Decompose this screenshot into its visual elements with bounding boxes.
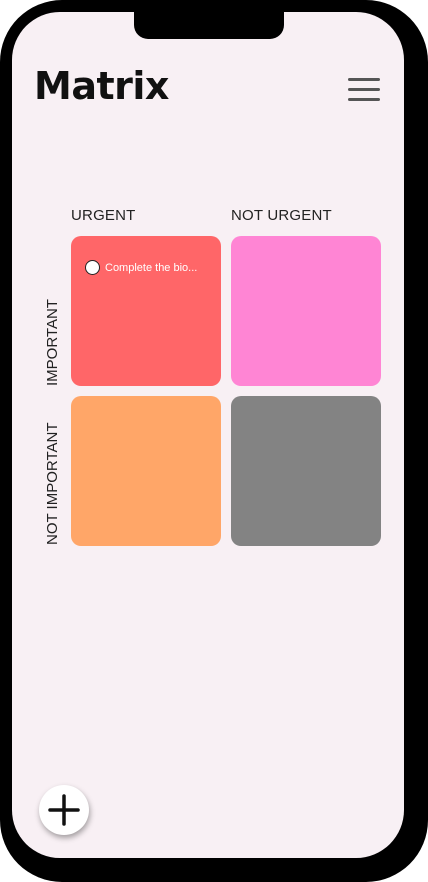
quadrant-urgent-not-important[interactable] <box>71 396 221 546</box>
task-title: Complete the bio... <box>105 261 198 274</box>
add-task-button[interactable] <box>39 785 89 835</box>
column-header-urgent: URGENT <box>71 207 136 224</box>
page-title: Matrix <box>34 64 169 108</box>
app-screen: Matrix URGENT NOT URGENT IMPORTANT NOT I… <box>12 12 404 858</box>
column-header-not-urgent: NOT URGENT <box>231 207 332 224</box>
plus-icon <box>48 794 80 826</box>
quadrant-urgent-important[interactable]: Complete the bio... <box>71 236 221 386</box>
row-header-important: IMPORTANT <box>44 299 61 386</box>
task-item[interactable]: Complete the bio... <box>85 260 197 275</box>
quadrant-not-urgent-not-important[interactable] <box>231 396 381 546</box>
row-header-not-important: NOT IMPORTANT <box>44 422 61 545</box>
phone-frame: Matrix URGENT NOT URGENT IMPORTANT NOT I… <box>0 0 428 882</box>
quadrant-not-urgent-important[interactable] <box>231 236 381 386</box>
task-complete-radio[interactable] <box>85 260 100 275</box>
device-notch <box>134 12 284 39</box>
menu-button[interactable] <box>348 75 382 103</box>
